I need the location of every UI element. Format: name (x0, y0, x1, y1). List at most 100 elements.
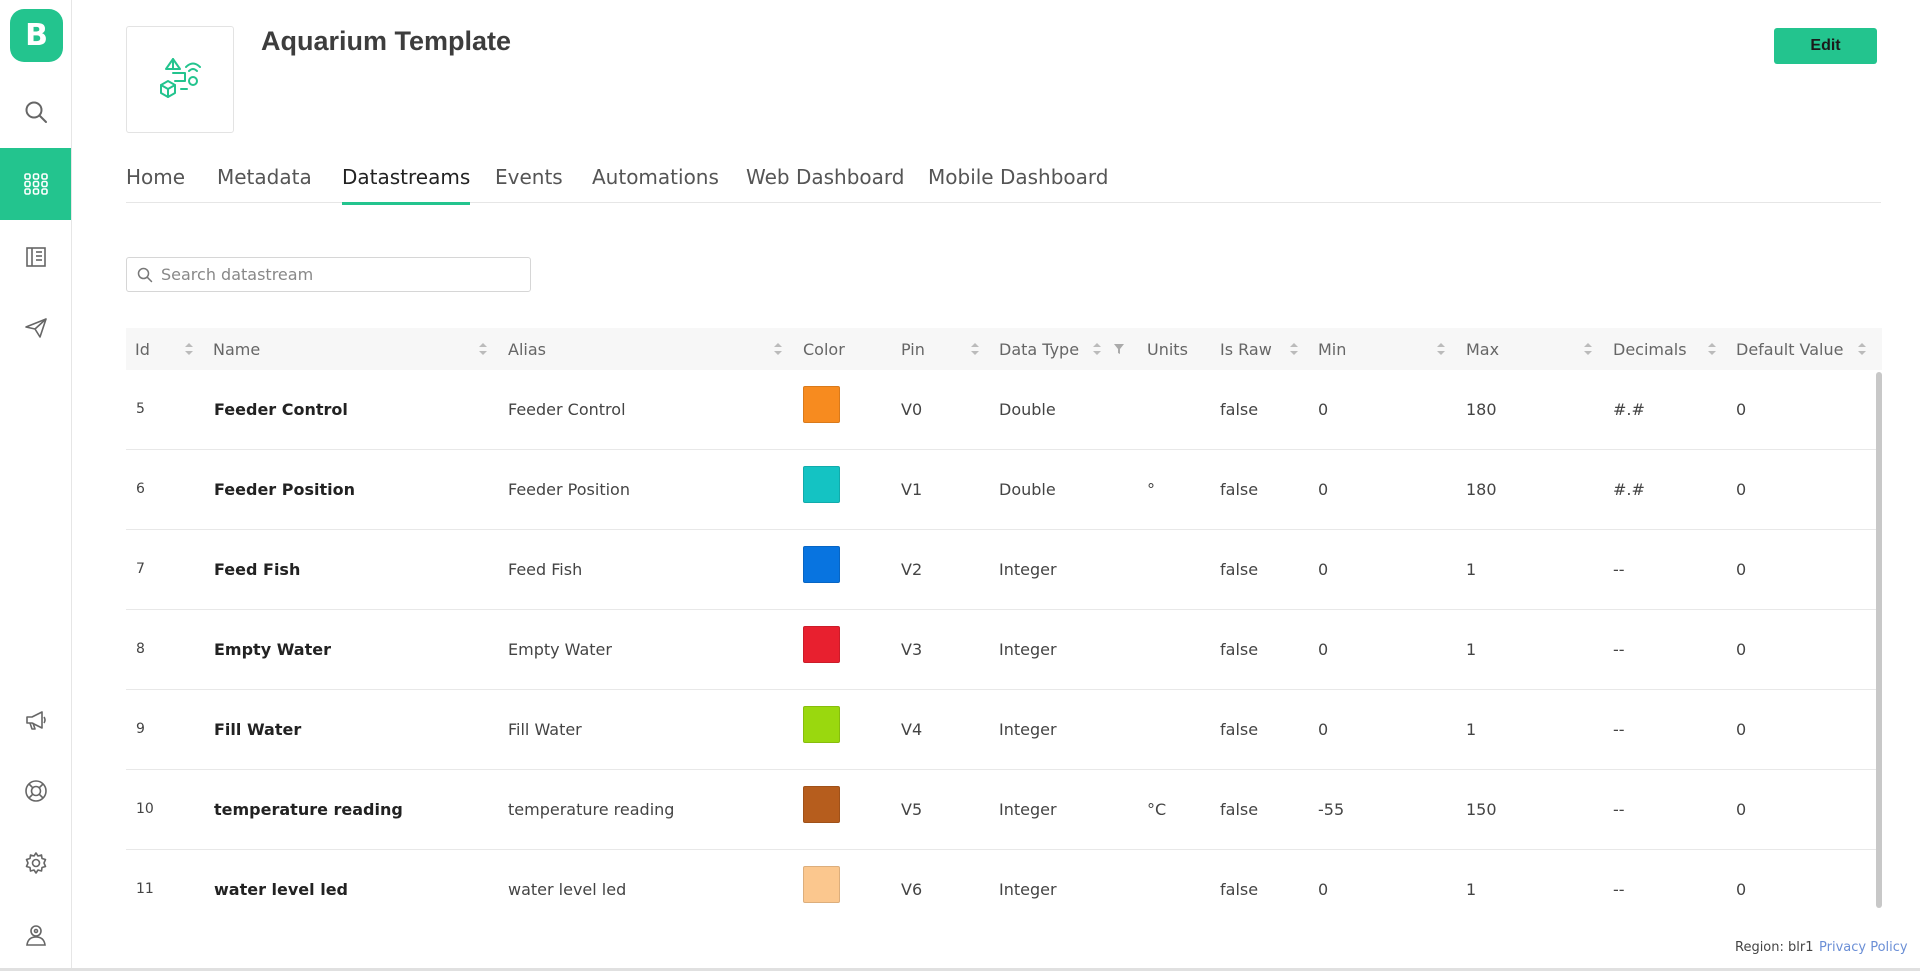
column-header-id[interactable]: Id (135, 340, 150, 359)
color-swatch (803, 786, 840, 823)
column-header-min[interactable]: Min (1318, 340, 1346, 359)
cell-default-value: 0 (1736, 880, 1747, 899)
table-row[interactable]: 5 Feeder Control Feeder Control V0 Doubl… (126, 370, 1876, 450)
column-header-alias[interactable]: Alias (508, 340, 546, 359)
column-header-pin[interactable]: Pin (901, 340, 925, 359)
cell-alias: water level led (508, 880, 627, 899)
template-image[interactable] (126, 26, 234, 133)
cell-pin: V2 (901, 560, 923, 579)
cell-max: 180 (1466, 480, 1497, 499)
sidebar-item-templates[interactable] (0, 148, 71, 220)
sort-icon[interactable] (1092, 342, 1102, 356)
column-header-decimals[interactable]: Decimals (1613, 340, 1687, 359)
cell-data-type: Integer (999, 800, 1057, 819)
sort-icon[interactable] (970, 342, 980, 356)
cell-id: 10 (136, 801, 154, 817)
cell-id: 5 (136, 401, 145, 417)
cell-pin: V3 (901, 640, 923, 659)
blynk-logo[interactable]: B (10, 9, 63, 62)
column-header-name[interactable]: Name (213, 340, 260, 359)
cell-name[interactable]: Feeder Position (214, 480, 355, 499)
cell-id: 9 (136, 721, 145, 737)
megaphone-icon (25, 711, 46, 730)
tab-metadata[interactable]: Metadata (217, 165, 312, 202)
cell-alias: Fill Water (508, 720, 582, 739)
edit-button[interactable]: Edit (1774, 28, 1877, 64)
cell-pin: V1 (901, 480, 923, 499)
sidebar-item-profile[interactable] (0, 899, 71, 971)
sidebar-item-announcements[interactable] (0, 684, 71, 756)
color-swatch (803, 386, 840, 423)
cell-id: 11 (136, 881, 154, 897)
cell-max: 150 (1466, 800, 1497, 819)
filter-icon[interactable] (1113, 342, 1125, 356)
cell-decimals: -- (1613, 800, 1625, 819)
cell-min: 0 (1318, 560, 1329, 579)
tab-mobile-dashboard[interactable]: Mobile Dashboard (928, 165, 1108, 202)
cell-alias: temperature reading (508, 800, 675, 819)
table-row[interactable]: 9 Fill Water Fill Water V4 Integer false… (126, 690, 1876, 770)
table-scrollbar[interactable] (1876, 372, 1882, 908)
cell-name[interactable]: temperature reading (214, 800, 403, 819)
cell-data-type: Integer (999, 560, 1057, 579)
user-icon (25, 925, 46, 946)
column-header-default-value[interactable]: Default Value (1736, 340, 1843, 359)
cell-name[interactable]: water level led (214, 880, 348, 899)
cell-id: 6 (136, 481, 145, 497)
send-icon (24, 318, 47, 338)
cell-decimals: -- (1613, 880, 1625, 899)
column-header-is-raw[interactable]: Is Raw (1220, 340, 1272, 359)
cell-decimals: -- (1613, 640, 1625, 659)
sort-icon[interactable] (1707, 342, 1717, 356)
sort-icon[interactable] (1857, 342, 1867, 356)
table-row[interactable]: 8 Empty Water Empty Water V3 Integer fal… (126, 610, 1876, 690)
sort-icon[interactable] (1436, 342, 1446, 356)
column-header-data-type[interactable]: Data Type (999, 340, 1079, 359)
column-header-max[interactable]: Max (1466, 340, 1499, 359)
cell-alias: Empty Water (508, 640, 612, 659)
search-input[interactable] (161, 265, 521, 284)
table-row[interactable]: 6 Feeder Position Feeder Position V1 Dou… (126, 450, 1876, 530)
cell-name[interactable]: Fill Water (214, 720, 301, 739)
cell-name[interactable]: Empty Water (214, 640, 331, 659)
sort-icon[interactable] (773, 342, 783, 356)
privacy-policy-link[interactable]: Privacy Policy (1819, 940, 1908, 955)
cell-default-value: 0 (1736, 480, 1747, 499)
cell-data-type: Double (999, 480, 1056, 499)
tab-datastreams[interactable]: Datastreams (342, 165, 471, 205)
cell-min: -55 (1318, 800, 1345, 819)
column-header-units: Units (1147, 340, 1188, 359)
tab-automations[interactable]: Automations (592, 165, 719, 202)
search-icon (137, 267, 153, 282)
cell-min: 0 (1318, 880, 1329, 899)
tab-events[interactable]: Events (495, 165, 563, 202)
sidebar-item-settings[interactable] (0, 827, 71, 899)
cell-alias: Feeder Control (508, 400, 626, 419)
page-title: Aquarium Template (261, 26, 512, 56)
table-row[interactable]: 11 water level led water level led V6 In… (126, 850, 1876, 930)
cell-name[interactable]: Feeder Control (214, 400, 348, 419)
cell-data-type: Integer (999, 880, 1057, 899)
sidebar-item-search[interactable] (0, 76, 71, 148)
cell-alias: Feed Fish (508, 560, 583, 579)
sidebar-item-help[interactable] (0, 755, 71, 827)
sort-icon[interactable] (1583, 342, 1593, 356)
cell-pin: V0 (901, 400, 923, 419)
table-row[interactable]: 10 temperature reading temperature readi… (126, 770, 1876, 850)
cell-data-type: Integer (999, 720, 1057, 739)
sidebar: B (0, 0, 72, 968)
sort-icon[interactable] (478, 342, 488, 356)
cell-name[interactable]: Feed Fish (214, 560, 300, 579)
tab-web-dashboard[interactable]: Web Dashboard (746, 165, 904, 202)
cell-min: 0 (1318, 480, 1329, 499)
region-label: Region: blr1 (1735, 940, 1814, 955)
sidebar-item-send[interactable] (0, 292, 71, 364)
tab-home[interactable]: Home (126, 165, 185, 202)
sidebar-item-organizations[interactable] (0, 220, 71, 292)
table-row[interactable]: 7 Feed Fish Feed Fish V2 Integer false 0… (126, 530, 1876, 610)
template-device-icon (160, 57, 201, 98)
color-swatch (803, 466, 840, 503)
cell-pin: V4 (901, 720, 923, 739)
sort-icon[interactable] (1289, 342, 1299, 356)
sort-icon[interactable] (184, 342, 194, 356)
